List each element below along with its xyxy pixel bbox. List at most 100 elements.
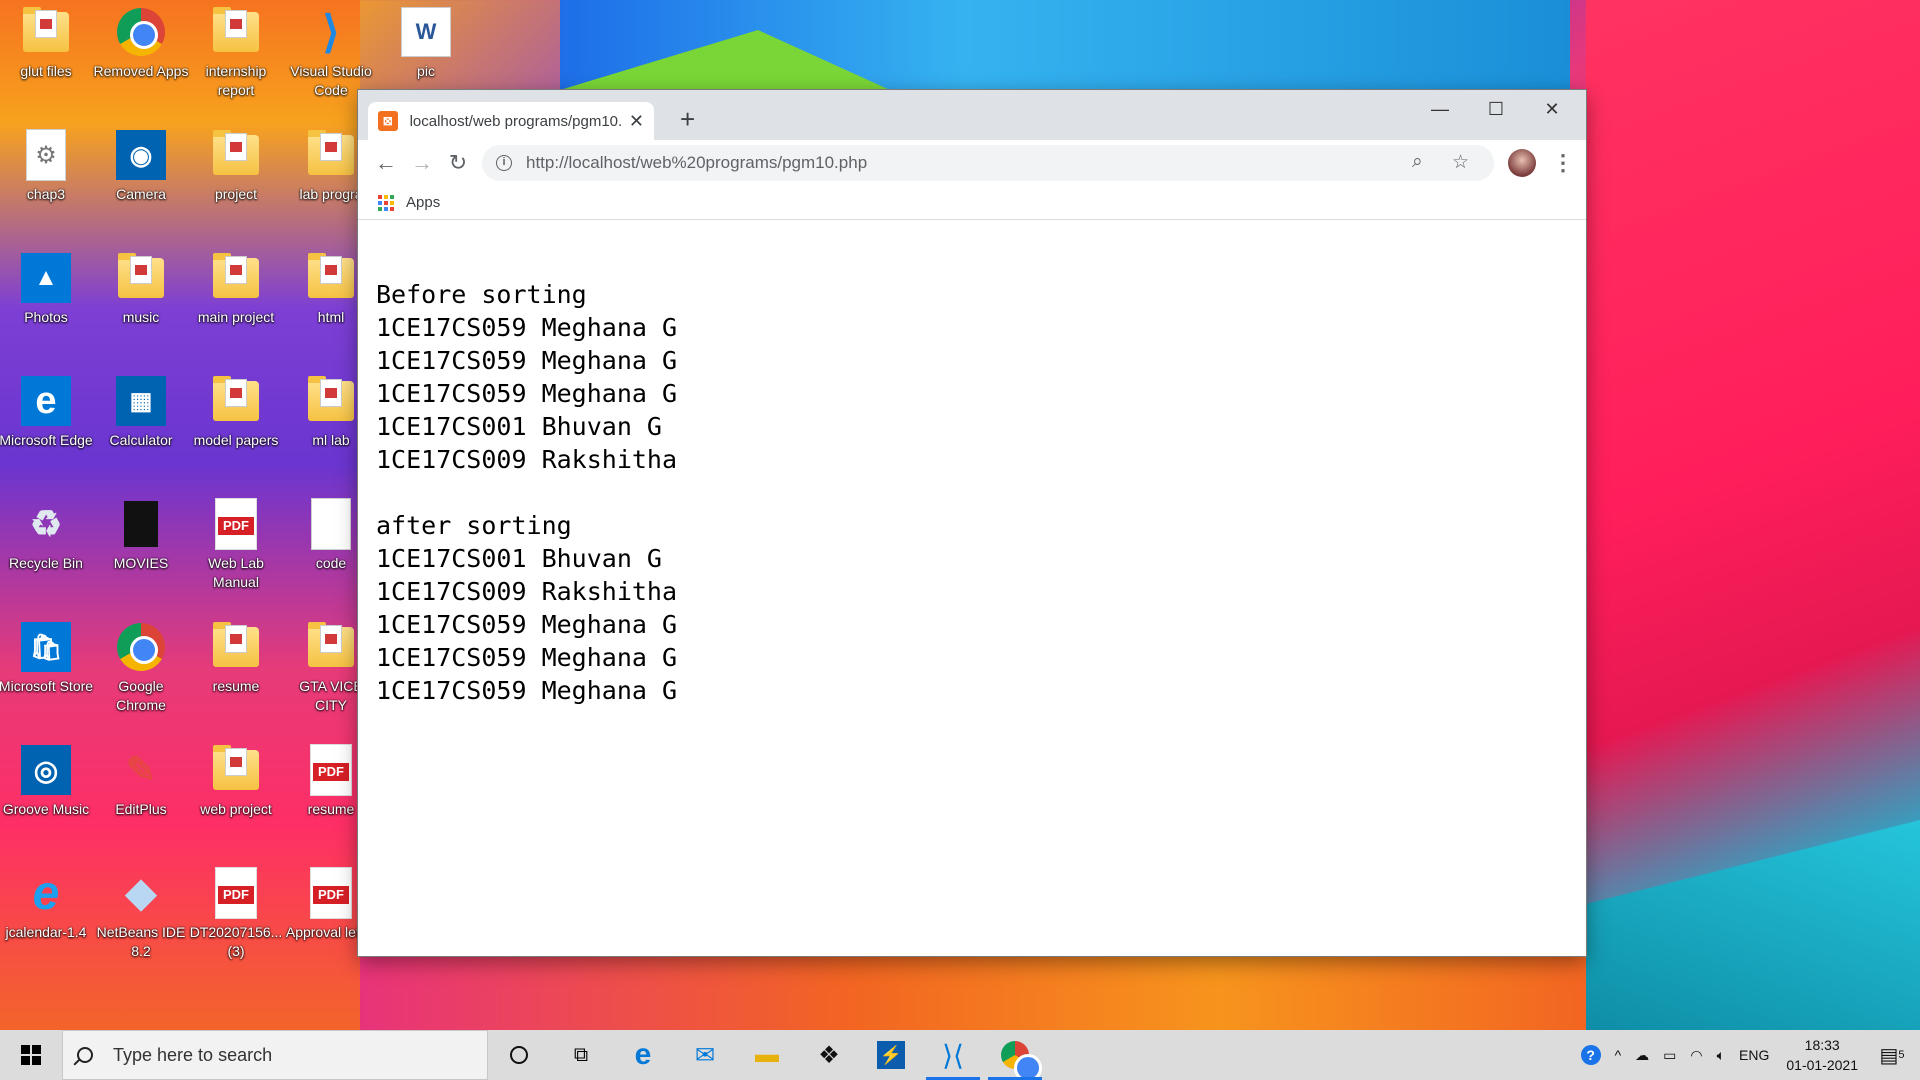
tab-title: localhost/web programs/pgm10. bbox=[409, 112, 623, 130]
vscode-taskbar-icon[interactable]: ⟩⟨ bbox=[922, 1030, 984, 1080]
folder-icon bbox=[213, 376, 259, 421]
before-row: 1CE17CS001 Bhuvan G bbox=[376, 412, 662, 441]
desktop-icon-recycle-bin[interactable]: ♻ Recycle Bin bbox=[0, 498, 92, 608]
onedrive-icon[interactable]: ☁ bbox=[1635, 1047, 1649, 1064]
chevron-up-icon[interactable]: ^ bbox=[1615, 1047, 1622, 1063]
new-tab-button[interactable]: + bbox=[680, 104, 695, 135]
desktop-icon-photos[interactable]: ▲ Photos bbox=[0, 252, 92, 362]
mail-icon[interactable]: ✉ bbox=[674, 1030, 736, 1080]
editplus-icon: ✎ bbox=[125, 749, 157, 790]
desktop-icon-jcalendar-1-4[interactable]: e jcalendar-1.4 bbox=[0, 867, 92, 977]
desktop-icon-graphic bbox=[115, 498, 167, 550]
desktop-icon-editplus[interactable]: ✎ EditPlus bbox=[95, 744, 187, 854]
battery-icon[interactable]: ▭ bbox=[1663, 1047, 1676, 1064]
desktop-icon-web-lab-manual[interactable]: PDF Web Lab Manual bbox=[190, 498, 282, 608]
dropbox-icon[interactable]: ❖ bbox=[798, 1030, 860, 1080]
maximize-button[interactable]: ☐ bbox=[1468, 94, 1524, 124]
desktop-icon-label: main project bbox=[197, 309, 275, 325]
notification-center-icon[interactable]: ▤ 5 bbox=[1872, 1030, 1912, 1080]
desktop-icon-graphic: ◉ bbox=[115, 129, 167, 181]
start-button[interactable] bbox=[0, 1030, 62, 1080]
desktop-icon-groove-music[interactable]: ◎ Groove Music bbox=[0, 744, 92, 854]
clock-time: 18:33 bbox=[1804, 1037, 1840, 1053]
desktop-icon-main-project[interactable]: main project bbox=[190, 252, 282, 362]
url-text[interactable]: http://localhost/web%20programs/pgm10.ph… bbox=[526, 153, 867, 173]
desktop-icon-graphic: ⟩ bbox=[305, 6, 357, 58]
desktop-icon-glut-files[interactable]: glut files bbox=[0, 6, 92, 116]
folder-icon bbox=[308, 622, 354, 667]
desktop-icon-graphic: PDF bbox=[305, 744, 357, 796]
desktop-icon-graphic: e bbox=[20, 866, 72, 920]
desktop-icon-graphic bbox=[210, 6, 262, 58]
desktop-icon-label: Microsoft Edge bbox=[0, 432, 93, 448]
browser-tab[interactable]: ⊠ localhost/web programs/pgm10. ✕ bbox=[368, 102, 654, 140]
after-row: 1CE17CS059 Meghana G bbox=[376, 643, 678, 672]
desktop-icon-camera[interactable]: ◉ Camera bbox=[95, 129, 187, 239]
close-window-button[interactable]: ✕ bbox=[1524, 94, 1580, 124]
desktop-icon-label: web project bbox=[200, 801, 272, 817]
browser-window: ⊠ localhost/web programs/pgm10. ✕ + — ☐ … bbox=[358, 90, 1586, 956]
desktop-icon-model-papers[interactable]: model papers bbox=[190, 375, 282, 485]
edge-taskbar-icon[interactable]: e bbox=[612, 1030, 674, 1080]
desktop-icon-graphic: ▦ bbox=[115, 375, 167, 427]
desktop-icon-graphic: e bbox=[20, 375, 72, 427]
desktop-icon-internship-report[interactable]: internship report bbox=[190, 6, 282, 116]
after-sorting-heading: after sorting bbox=[376, 511, 572, 540]
cortana-icon[interactable] bbox=[488, 1030, 550, 1080]
file-explorer-icon[interactable]: ▬ bbox=[736, 1030, 798, 1080]
help-icon[interactable]: ? bbox=[1580, 1045, 1601, 1065]
minimize-button[interactable]: — bbox=[1412, 94, 1468, 124]
folder-icon bbox=[23, 7, 69, 52]
wifi-icon[interactable]: ◠ bbox=[1690, 1047, 1702, 1064]
back-arrow-icon[interactable]: ← bbox=[368, 145, 404, 181]
desktop-icon-graphic: ⚙ bbox=[20, 129, 72, 181]
desktop-icon-resume[interactable]: resume bbox=[190, 621, 282, 731]
powershell-icon[interactable]: ⚡ bbox=[860, 1030, 922, 1080]
taskbar-search-box[interactable]: Type here to search bbox=[62, 1030, 488, 1080]
page-content: Before sorting 1CE17CS059 Meghana G 1CE17… bbox=[358, 220, 1586, 765]
desktop-icon-netbeans-ide-8-2[interactable]: ◆ NetBeans IDE 8.2 bbox=[95, 867, 187, 977]
forward-arrow-icon[interactable]: → bbox=[404, 145, 440, 181]
desktop-icon-movies[interactable]: MOVIES bbox=[95, 498, 187, 608]
desktop-icon-project[interactable]: project bbox=[190, 129, 282, 239]
desktop-icon-graphic bbox=[210, 621, 262, 673]
desktop-icon-music[interactable]: music bbox=[95, 252, 187, 362]
browser-toolbar: ← → ↻ i http://localhost/web%20programs/… bbox=[358, 140, 1586, 186]
desktop-icon-label: Recycle Bin bbox=[9, 555, 83, 571]
volume-icon[interactable]: 🔈︎ bbox=[1717, 1047, 1725, 1064]
netbeans-icon: ◆ bbox=[125, 871, 157, 915]
zoom-icon[interactable]: ⌕ bbox=[1412, 151, 1423, 173]
bookmark-star-icon[interactable]: ☆ bbox=[1452, 151, 1469, 174]
desktop-icon-chap3[interactable]: ⚙ chap3 bbox=[0, 129, 92, 239]
chrome-taskbar-icon[interactable] bbox=[984, 1030, 1046, 1080]
task-view-icon[interactable]: ⧉ bbox=[550, 1030, 612, 1080]
desktop-icon-label: MOVIES bbox=[113, 555, 169, 571]
profile-avatar[interactable] bbox=[1508, 149, 1536, 177]
language-indicator[interactable]: ENG bbox=[1739, 1047, 1769, 1063]
desktop-icon-removed-apps[interactable]: Removed Apps bbox=[93, 6, 189, 116]
address-bar[interactable]: i http://localhost/web%20programs/pgm10.… bbox=[482, 145, 1494, 181]
recycle-bin-icon: ♻ bbox=[29, 503, 63, 544]
desktop-icon-web-project[interactable]: web project bbox=[190, 744, 282, 854]
tab-close-icon[interactable]: ✕ bbox=[629, 111, 644, 132]
desktop-icon-microsoft-store[interactable]: 🛍︎ Microsoft Store bbox=[0, 621, 93, 731]
desktop-icon-google-chrome[interactable]: Google Chrome bbox=[95, 621, 187, 731]
desktop-icon-label: DT20207156... (3) bbox=[189, 924, 283, 959]
internet-explorer-icon: e bbox=[32, 866, 60, 920]
desktop-icon-label: Removed Apps bbox=[93, 63, 189, 79]
search-icon bbox=[77, 1047, 93, 1063]
site-info-icon[interactable]: i bbox=[496, 155, 512, 171]
desktop-icon-calculator[interactable]: ▦ Calculator bbox=[95, 375, 187, 485]
desktop-icon-graphic bbox=[115, 6, 167, 58]
apps-link[interactable]: Apps bbox=[406, 194, 440, 211]
desktop-icon-dt20207156-3[interactable]: PDF DT20207156... (3) bbox=[190, 867, 282, 977]
chrome-icon bbox=[117, 8, 165, 56]
before-sorting-list: 1CE17CS059 Meghana G 1CE17CS059 Meghana G… bbox=[376, 311, 1568, 476]
desktop-icon-label: music bbox=[122, 309, 160, 325]
clock[interactable]: 18:33 01-01-2021 bbox=[1786, 1035, 1858, 1075]
desktop-icon-microsoft-edge[interactable]: e Microsoft Edge bbox=[0, 375, 93, 485]
menu-dots-icon[interactable]: ⋮ bbox=[1552, 150, 1574, 176]
reload-icon[interactable]: ↻ bbox=[440, 145, 476, 181]
settings-file-icon: ⚙ bbox=[26, 129, 66, 181]
apps-grid-icon[interactable] bbox=[378, 194, 394, 211]
